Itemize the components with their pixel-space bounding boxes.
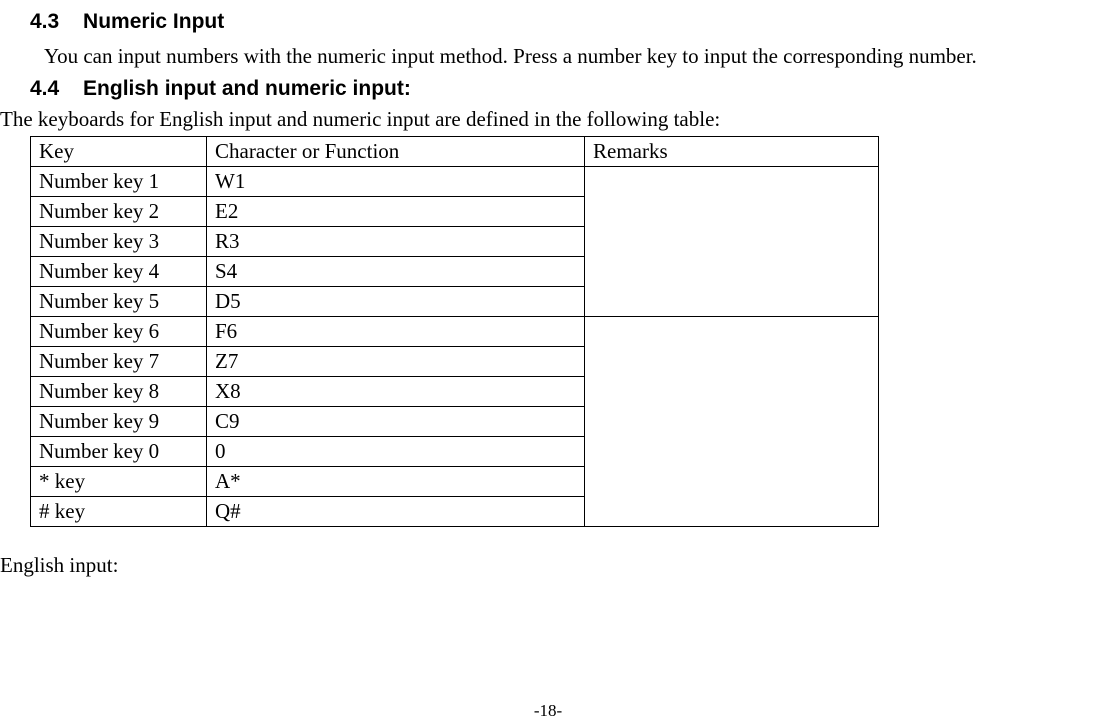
paragraph-4-3: You can input numbers with the numeric i… [0, 40, 1096, 73]
cell-char: R3 [207, 226, 585, 256]
paragraph-4-4-intro: The keyboards for English input and nume… [0, 107, 1096, 132]
cell-char: C9 [207, 406, 585, 436]
cell-char: E2 [207, 196, 585, 226]
cell-key: Number key 7 [31, 346, 207, 376]
cell-char: F6 [207, 316, 585, 346]
col-header-remarks: Remarks [585, 136, 879, 166]
key-table: Key Character or Function Remarks Number… [30, 136, 879, 527]
cell-key: Number key 1 [31, 166, 207, 196]
section-4-3-title: Numeric Input [83, 10, 224, 34]
section-4-4-title: English input and numeric input: [83, 77, 411, 101]
cell-key: Number key 0 [31, 436, 207, 466]
key-table-wrap: Key Character or Function Remarks Number… [30, 136, 1096, 527]
cell-key: * key [31, 466, 207, 496]
page: 4.3 Numeric Input You can input numbers … [0, 0, 1096, 727]
table-row: Number key 1 W1 [31, 166, 879, 196]
cell-char: Z7 [207, 346, 585, 376]
cell-key: Number key 5 [31, 286, 207, 316]
cell-char: Q# [207, 496, 585, 526]
cell-char: D5 [207, 286, 585, 316]
col-header-key: Key [31, 136, 207, 166]
cell-key: Number key 9 [31, 406, 207, 436]
cell-key: Number key 3 [31, 226, 207, 256]
section-4-3-heading: 4.3 Numeric Input [30, 10, 1096, 34]
section-4-4-number: 4.4 [30, 77, 59, 101]
section-4-4-heading: 4.4 English input and numeric input: [30, 77, 1096, 101]
cell-key: Number key 6 [31, 316, 207, 346]
cell-remarks-group2 [585, 316, 879, 526]
cell-char: W1 [207, 166, 585, 196]
cell-char: A* [207, 466, 585, 496]
paragraph-english-input: English input: [0, 553, 1096, 578]
cell-char: X8 [207, 376, 585, 406]
cell-key: # key [31, 496, 207, 526]
page-number: -18- [0, 701, 1096, 721]
cell-key: Number key 8 [31, 376, 207, 406]
section-4-3-number: 4.3 [30, 10, 59, 34]
cell-remarks-group1 [585, 166, 879, 316]
cell-char: S4 [207, 256, 585, 286]
table-header-row: Key Character or Function Remarks [31, 136, 879, 166]
table-row: Number key 6 F6 [31, 316, 879, 346]
cell-char: 0 [207, 436, 585, 466]
col-header-char: Character or Function [207, 136, 585, 166]
cell-key: Number key 4 [31, 256, 207, 286]
cell-key: Number key 2 [31, 196, 207, 226]
